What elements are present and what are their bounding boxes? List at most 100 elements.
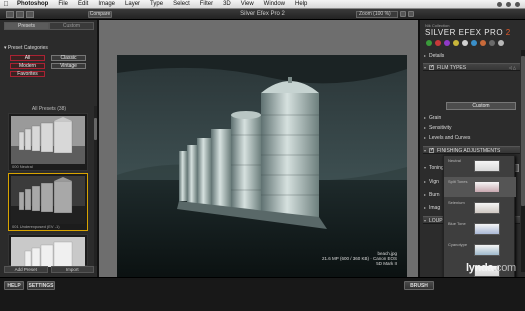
adjustments-scrollbar[interactable]	[521, 50, 525, 272]
menu-help[interactable]: Help	[290, 1, 312, 7]
menu-bar:  Photoshop File Edit Image Layer Type S…	[0, 0, 525, 9]
section-details[interactable]: ▸ Details	[423, 52, 520, 60]
help-button[interactable]: HELP	[4, 281, 24, 290]
triangle-down-icon: ▾	[424, 165, 427, 170]
toning-preset-item[interactable]: Neutral	[444, 156, 516, 176]
toning-preset-swatch	[474, 160, 500, 172]
window-title: Silver Efex Pro 2	[240, 11, 285, 17]
menu-image[interactable]: Image	[93, 1, 120, 7]
color-filter-dot[interactable]	[444, 40, 450, 46]
toning-preset-swatch	[474, 202, 500, 214]
preset-categories-title[interactable]: ▾ Preset Categories	[4, 45, 48, 51]
menu-app-photoshop[interactable]: Photoshop	[12, 1, 53, 7]
preset-categories-label: Preset Categories	[7, 45, 48, 51]
loupe-toggle-icon[interactable]	[408, 11, 414, 17]
brand-version: 2	[505, 28, 511, 37]
menu-3d[interactable]: 3D	[218, 1, 236, 7]
triangle-right-icon: ▸	[424, 135, 427, 140]
apple-icon[interactable]: 	[0, 1, 12, 8]
triangle-right-icon: ▸	[424, 192, 427, 197]
preview-image[interactable]	[117, 55, 407, 283]
preset-preview-image	[11, 116, 85, 164]
color-filter-dot[interactable]	[471, 40, 477, 46]
color-filter-dot[interactable]	[489, 40, 495, 46]
category-vintage[interactable]: Vintage	[51, 63, 86, 69]
section-tools-icon[interactable]: ◁ △	[509, 64, 516, 72]
toning-preset-label: Selenium	[448, 200, 465, 205]
section-finishing-adjustments[interactable]: ▾ ✓ FINISHING ADJUSTMENTS	[423, 146, 520, 154]
preset-actions: Add Preset Import	[4, 266, 94, 273]
enable-checkbox[interactable]: ✓	[429, 148, 434, 154]
film-type-select[interactable]: Custom	[446, 102, 516, 110]
toning-preset-item[interactable]: Split Tones	[444, 177, 516, 197]
menu-window[interactable]: Window	[259, 1, 290, 7]
section-levels-curves-label: Levels and Curves	[429, 135, 471, 141]
adjustments-scrollbar-thumb[interactable]	[521, 56, 525, 206]
triangle-down-icon: ▾	[424, 148, 427, 153]
section-finishing-label: FINISHING ADJUSTMENTS	[437, 148, 501, 154]
background-toggle-icon[interactable]	[400, 11, 406, 17]
section-film-types-label: FILM TYPES	[437, 65, 467, 71]
menu-layer[interactable]: Layer	[120, 1, 145, 7]
tab-presets[interactable]: Presets	[4, 22, 49, 30]
section-film-types[interactable]: ▾ ✓ FILM TYPES ◁ △	[423, 63, 520, 71]
section-levels-curves[interactable]: ▸ Levels and Curves	[423, 134, 520, 142]
toning-preset-item[interactable]: Blue Tone	[444, 219, 516, 239]
window-title-bar: Compare Silver Efex Pro 2 Zoom (100 %)	[0, 9, 525, 20]
presets-panel: Presets Custom ▾ Preset Categories All C…	[0, 20, 98, 277]
category-all[interactable]: All	[10, 55, 45, 61]
zoom-dropdown[interactable]: Zoom (100 %)	[356, 11, 398, 18]
color-filter-dot[interactable]	[498, 40, 504, 46]
triangle-right-icon: ▸	[424, 205, 427, 210]
category-classic[interactable]: Classic	[51, 55, 86, 61]
toning-preset-swatch	[474, 181, 500, 193]
enable-checkbox[interactable]: ✓	[429, 65, 434, 71]
watermark-text: lynda	[466, 262, 494, 274]
brush-button[interactable]: BRUSH	[404, 281, 434, 290]
section-loupe-label: LOUP	[429, 218, 443, 224]
preset-tabs: Presets Custom	[4, 22, 94, 30]
section-burn-label: Burn	[429, 192, 440, 198]
import-button[interactable]: Import	[50, 266, 94, 273]
watermark-suffix: .com	[493, 262, 516, 274]
color-filter-dot[interactable]	[426, 40, 432, 46]
brand-name: SILVER EFEX PRO	[425, 28, 504, 37]
wifi-icon[interactable]	[506, 1, 511, 7]
preset-thumbnail-selected[interactable]: 001 Underexposed (EV -1)	[8, 173, 88, 231]
category-favorites[interactable]: Favorites	[10, 71, 45, 77]
color-filter-dot[interactable]	[435, 40, 441, 46]
menu-type[interactable]: Type	[145, 1, 168, 7]
color-filter-dot[interactable]	[462, 40, 468, 46]
category-modern[interactable]: Modern	[10, 63, 45, 69]
menu-select[interactable]: Select	[168, 1, 195, 7]
section-grain[interactable]: ▸ Grain	[423, 114, 520, 122]
spotlight-icon[interactable]	[515, 1, 520, 7]
triangle-right-icon: ▸	[424, 53, 427, 58]
add-preset-button[interactable]: Add Preset	[4, 266, 48, 273]
triangle-down-icon: ▾	[424, 65, 427, 70]
preset-caption: 000 Neutral	[12, 164, 33, 169]
settings-button[interactable]: SETTINGS	[27, 281, 55, 290]
menu-edit[interactable]: Edit	[73, 1, 93, 7]
toning-preset-item[interactable]: Cyanotype	[444, 240, 516, 260]
section-toning-label: Toning	[429, 165, 444, 171]
section-sensitivity[interactable]: ▸ Sensitivity	[423, 124, 520, 132]
preset-category-grid: All Classic Modern Vintage Favorites	[10, 55, 86, 77]
menu-filter[interactable]: Filter	[195, 1, 218, 7]
photo-info: beach.jpg 21.6 MP (600 / 360 KB) · Canon…	[317, 251, 397, 266]
color-filter-dot[interactable]	[480, 40, 486, 46]
preset-thumbnail[interactable]: 000 Neutral	[8, 113, 88, 171]
color-filter-dots	[426, 40, 504, 46]
toning-preset-item[interactable]: Selenium	[444, 198, 516, 218]
status-icon[interactable]	[497, 1, 502, 7]
presets-scrollbar-thumb[interactable]	[94, 118, 97, 140]
tab-custom[interactable]: Custom	[49, 22, 94, 30]
presets-scrollbar[interactable]	[94, 106, 97, 266]
section-vignette-label: Vign	[429, 179, 439, 185]
preset-thumbnail[interactable]	[8, 234, 88, 267]
menu-file[interactable]: File	[53, 1, 73, 7]
preset-preview-image	[11, 176, 85, 224]
menu-view[interactable]: View	[236, 1, 259, 7]
toning-preset-label: Blue Tone	[448, 221, 466, 226]
color-filter-dot[interactable]	[453, 40, 459, 46]
